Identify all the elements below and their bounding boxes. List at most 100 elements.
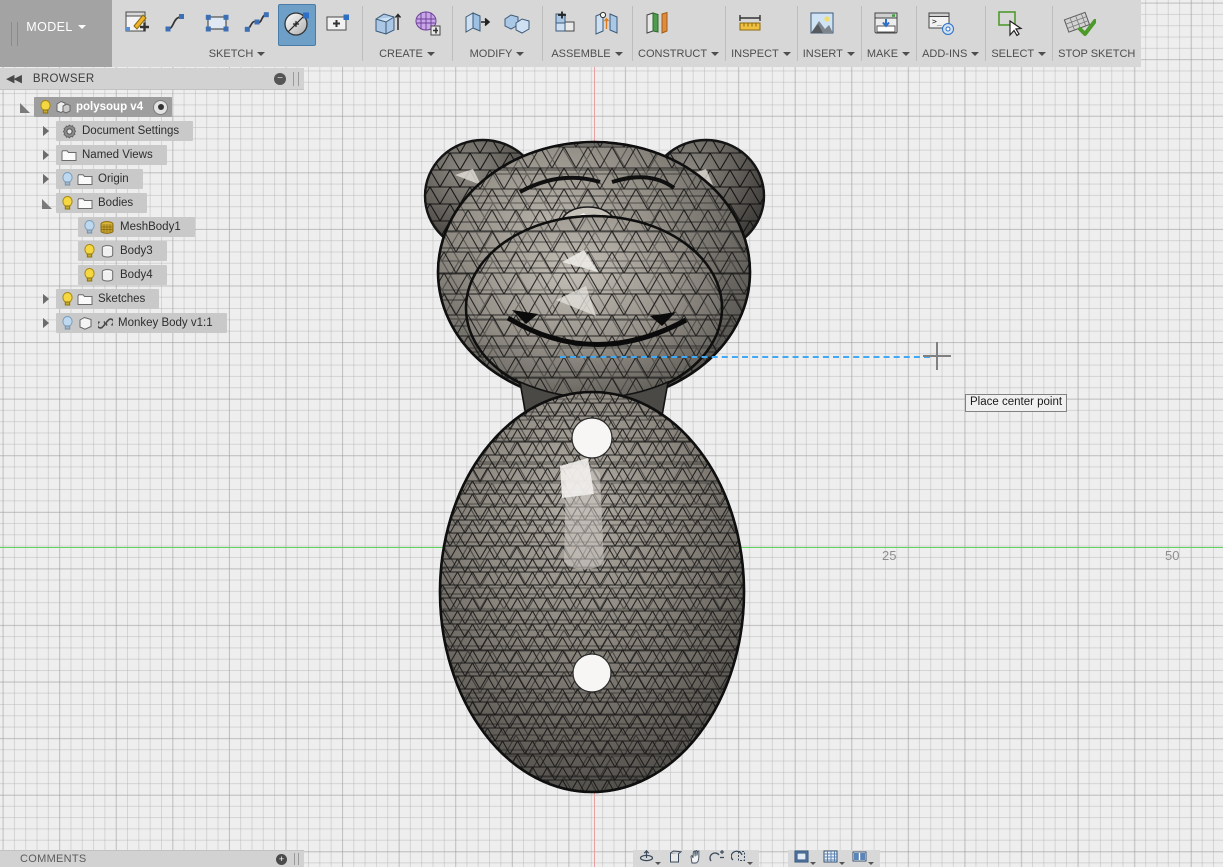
grid-snaps-button[interactable] [821, 850, 847, 867]
toolbar-group-label-select[interactable]: SELECT [991, 47, 1047, 65]
tree-node-pill[interactable]: Document Settings [56, 121, 194, 141]
expand-arrow-open-icon[interactable] [40, 197, 53, 210]
scripts-addins-button[interactable]: >_ [922, 4, 960, 46]
fit-button[interactable] [729, 850, 755, 867]
comments-bar[interactable]: COMMENTS + [0, 850, 304, 867]
tree-node-pill[interactable]: Origin [56, 169, 143, 189]
comments-resize-handle[interactable] [294, 853, 299, 865]
chevron-down-icon[interactable] [868, 861, 874, 865]
plus-circle-icon[interactable]: + [276, 854, 287, 865]
lightbulb-on-icon[interactable] [81, 268, 97, 282]
group-label-text: INSPECT [731, 48, 779, 60]
toolbar-grip[interactable] [11, 22, 18, 46]
zoom-button[interactable] [707, 850, 727, 867]
chevron-down-icon[interactable] [1038, 52, 1047, 57]
tree-node-pill[interactable]: polysoup v4 [34, 97, 173, 117]
tree-node-pill[interactable]: Named Views [56, 145, 167, 165]
activate-component-radio[interactable] [153, 99, 169, 115]
measure-button[interactable] [731, 4, 769, 46]
tree-node-pill[interactable]: Body3 [78, 241, 167, 261]
chevron-down-icon[interactable] [257, 52, 266, 57]
lightbulb-on-icon[interactable] [81, 244, 97, 258]
model-body [438, 390, 746, 794]
chevron-down-icon[interactable] [839, 861, 845, 865]
offset-plane-button[interactable] [638, 4, 676, 46]
joint-button[interactable] [588, 4, 626, 46]
press-pull-button[interactable] [458, 4, 496, 46]
tree-node-meshbody1[interactable]: MeshBody1 [0, 215, 304, 239]
select-button[interactable] [991, 4, 1029, 46]
stop-sketch-button[interactable] [1058, 4, 1100, 46]
workspace-switcher-model[interactable]: MODEL [0, 0, 112, 67]
chevron-down-icon[interactable] [426, 52, 435, 57]
create-mesh-button[interactable] [408, 4, 446, 46]
tree-node-sketches[interactable]: Sketches [0, 287, 304, 311]
chevron-down-icon[interactable] [711, 52, 720, 57]
toolbar-group-label-construct[interactable]: CONSTRUCT [638, 47, 720, 65]
new-component-button[interactable] [548, 4, 586, 46]
chevron-down-icon[interactable] [846, 52, 855, 57]
lightbulb-off-icon[interactable] [59, 172, 75, 186]
tree-node-bodies[interactable]: Bodies [0, 191, 304, 215]
pan-button[interactable] [686, 850, 705, 867]
fusion-app-window: 25 50 Place center point MODEL SKETCH CR… [0, 0, 1223, 867]
tree-node-origin[interactable]: Origin [0, 167, 304, 191]
chevron-down-icon[interactable] [810, 861, 816, 865]
toolbar-group-label-modify[interactable]: MODIFY [458, 47, 536, 65]
tree-node-pill[interactable]: Body4 [78, 265, 167, 285]
expand-arrow-closed-icon[interactable] [40, 125, 53, 138]
look-at-button[interactable] [665, 850, 684, 867]
chevron-down-icon[interactable] [655, 862, 661, 865]
3d-print-button[interactable] [867, 4, 905, 46]
tree-node-pill[interactable]: Sketches [56, 289, 160, 309]
lightbulb-on-icon[interactable] [37, 100, 53, 114]
expand-arrow-closed-icon[interactable] [40, 173, 53, 186]
spline-button[interactable] [238, 4, 276, 46]
create-sketch-plus-button[interactable] [318, 4, 356, 46]
rectangle-button[interactable] [198, 4, 236, 46]
tree-node-named-views[interactable]: Named Views [0, 143, 304, 167]
toolbar-group-label-inspect[interactable]: INSPECT [731, 47, 791, 65]
combine-button[interactable] [498, 4, 536, 46]
toolbar-group-label-assemble[interactable]: ASSEMBLE [548, 47, 626, 65]
chevron-down-icon[interactable] [971, 52, 980, 57]
display-settings-button[interactable] [792, 850, 818, 867]
toolbar-group-label-sketch[interactable]: SKETCH [118, 47, 356, 65]
chevron-down-icon[interactable] [747, 862, 753, 865]
expand-arrow-open-icon[interactable] [18, 101, 31, 114]
extrude-button[interactable] [368, 4, 406, 46]
toolbar-group-label-add-ins[interactable]: ADD-INS [922, 47, 980, 65]
line-button[interactable] [158, 4, 196, 46]
tree-node-body4[interactable]: Body4 [0, 263, 304, 287]
lightbulb-on-icon[interactable] [59, 196, 75, 210]
minus-circle-icon[interactable]: − [274, 73, 286, 85]
circle-button[interactable] [278, 4, 316, 46]
toolbar-group-label-insert[interactable]: INSERT [803, 47, 855, 65]
tree-node-body3[interactable]: Body3 [0, 239, 304, 263]
tree-node-polysoup-v4[interactable]: polysoup v4 [0, 95, 304, 119]
toolbar-group-label-make[interactable]: MAKE [867, 47, 911, 65]
chevron-down-icon[interactable] [782, 52, 791, 57]
insert-image-button[interactable] [803, 4, 841, 46]
grid-icon [823, 850, 838, 867]
double-left-chevron-icon[interactable]: ◀◀ [6, 72, 22, 85]
create-sketch-button[interactable] [118, 4, 156, 46]
expand-arrow-closed-icon[interactable] [40, 293, 53, 306]
tree-node-pill[interactable]: Monkey Body v1:1 [56, 313, 227, 333]
lightbulb-off-icon[interactable] [59, 316, 75, 330]
browser-resize-handle[interactable] [293, 72, 299, 86]
lightbulb-on-icon[interactable] [59, 292, 75, 306]
tree-node-document-settings[interactable]: Document Settings [0, 119, 304, 143]
chevron-down-icon[interactable] [902, 52, 911, 57]
lightbulb-off-icon[interactable] [81, 220, 97, 234]
tree-node-pill[interactable]: Bodies [56, 193, 148, 213]
orbit-button[interactable] [637, 849, 663, 867]
expand-arrow-closed-icon[interactable] [40, 149, 53, 162]
chevron-down-icon[interactable] [614, 52, 623, 57]
viewports-button[interactable] [850, 850, 876, 867]
toolbar-group-label-create[interactable]: CREATE [368, 47, 446, 65]
expand-arrow-closed-icon[interactable] [40, 317, 53, 330]
tree-node-pill[interactable]: MeshBody1 [78, 217, 195, 237]
tree-node-monkey-body-v1-1[interactable]: Monkey Body v1:1 [0, 311, 304, 335]
chevron-down-icon[interactable] [516, 52, 525, 57]
